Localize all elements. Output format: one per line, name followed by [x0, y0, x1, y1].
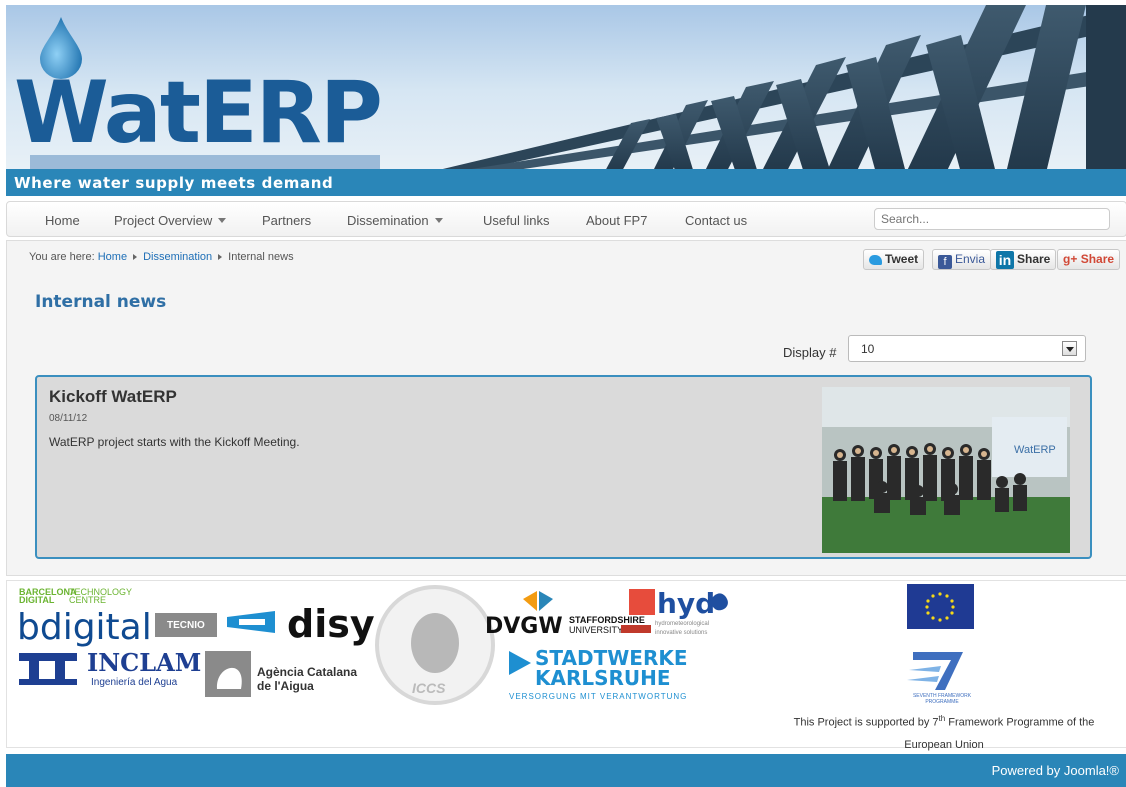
nav-item-project-overview[interactable]: Project Overview — [114, 213, 227, 228]
eu-flag-icon — [907, 584, 974, 629]
display-count-label: Display # — [783, 345, 837, 360]
nav-item-label: Dissemination — [347, 213, 429, 228]
partner-logos: BARCELONA TECHNOLOGY DIGITAL CENTRE bdig… — [17, 585, 728, 705]
partners-footer: BARCELONA TECHNOLOGY DIGITAL CENTRE bdig… — [6, 580, 1126, 751]
dvgw-flame-icon — [523, 591, 537, 611]
aca-name-line1: Agència Catalana — [257, 665, 357, 679]
centre-label: CENTRE — [69, 595, 106, 605]
main-content: You are here: Home Dissemination Internal … — [6, 240, 1126, 576]
news-article: Kickoff WatERP 08/11/12 WatERP project s… — [35, 375, 1092, 559]
header-bridge-image — [426, 5, 1126, 173]
dvgw-logo: DVGW — [485, 614, 563, 639]
article-date: 08/11/12 — [49, 413, 88, 424]
staffordshire-label: STAFFORDSHIRE — [569, 615, 645, 625]
dropdown-arrow-icon[interactable] — [1062, 341, 1077, 356]
gplus-share-button[interactable]: g+ Share — [1057, 249, 1121, 270]
powered-by-joomla-link[interactable]: Powered by Joomla!® — [992, 763, 1119, 778]
nav-item-dissemination[interactable]: Dissemination — [347, 213, 443, 228]
hydrometeorological-logo — [629, 589, 655, 615]
page: WatERP Where water supply meets demand H… — [0, 0, 1126, 787]
tweet-button[interactable]: Tweet — [863, 249, 925, 270]
article-title[interactable]: Kickoff WatERP — [49, 387, 177, 407]
slide-logo-text: WatERP — [1014, 444, 1056, 456]
google-plus-icon: g+ — [1063, 252, 1078, 266]
linkedin-share-button[interactable]: in Share — [990, 249, 1057, 270]
aca-name-line2: de l'Aigua — [257, 679, 314, 693]
tweet-label: Tweet — [885, 252, 919, 266]
fp7-caption-2: PROGRAMME — [925, 699, 959, 705]
inclam-subtitle: Ingeniería del Agua — [91, 677, 178, 688]
powered-by-bar: Powered by Joomla!® — [6, 754, 1126, 787]
breadcrumb-arrow-icon — [218, 254, 223, 260]
nav-item-contact-us[interactable]: Contact us — [685, 213, 747, 228]
breadcrumb-arrow-icon — [133, 254, 138, 260]
inclam-icon — [19, 653, 77, 661]
nav-item-partners[interactable]: Partners — [262, 213, 311, 228]
tagline-bar: Where water supply meets demand — [6, 169, 1126, 196]
chevron-down-icon — [434, 218, 443, 223]
digital-label: DIGITAL — [19, 595, 55, 605]
fp7-support-note: This Project is supported by 7th Framewo… — [779, 708, 1109, 756]
chevron-down-icon — [218, 218, 227, 223]
stadtwerke-icon — [509, 651, 531, 675]
breadcrumb-dissemination[interactable]: Dissemination — [143, 251, 212, 263]
tecnio-label: TECNIO — [167, 620, 205, 631]
gplus-label: Share — [1080, 252, 1115, 266]
fp7-note-pre: This Project is supported by 7 — [793, 716, 939, 729]
display-count-value: 10 — [861, 342, 875, 356]
hydus-label: hyd — [657, 587, 715, 620]
linkedin-icon: in — [996, 251, 1014, 269]
iccs-label: ICCS — [412, 680, 446, 696]
main-navigation: Home Project Overview Partners Dissemina… — [6, 201, 1126, 237]
search-input[interactable] — [874, 208, 1110, 230]
twitter-bird-icon — [869, 255, 882, 265]
breadcrumb-prefix: You are here: — [29, 251, 95, 263]
disy-logo: disy — [287, 602, 375, 646]
linkedin-label: Share — [1017, 252, 1051, 266]
innovative-label: innovative solutions — [655, 630, 707, 636]
facebook-icon: f — [938, 255, 952, 269]
site-logo[interactable]: WatERP — [14, 63, 383, 163]
page-title: Internal news — [35, 292, 167, 312]
bdigital-logo: bdigital — [17, 607, 152, 648]
facebook-send-button[interactable]: f Envia — [932, 249, 992, 270]
fp7-logo: SEVENTH FRAMEWORK PROGRAMME — [907, 652, 972, 705]
display-count-select[interactable]: 10 — [848, 335, 1086, 362]
breadcrumb-current: Internal news — [228, 251, 294, 263]
breadcrumb-home[interactable]: Home — [98, 251, 127, 263]
site-tagline: Where water supply meets demand — [14, 174, 334, 192]
karlsruhe-label: KARLSRUHE — [535, 666, 671, 690]
article-body: WatERP project starts with the Kickoff M… — [49, 435, 300, 449]
hydro-label: hydrometeorological — [655, 621, 709, 627]
inclam-logo: INCLAM — [87, 648, 201, 677]
nav-item-home[interactable]: Home — [45, 213, 80, 228]
nav-item-label: Project Overview — [114, 213, 213, 228]
stadtwerke-tagline: VERSORGUNG MIT VERANTWORTUNG — [509, 692, 687, 701]
site-header: WatERP Where water supply meets demand — [6, 5, 1126, 196]
nav-item-about-fp7[interactable]: About FP7 — [586, 213, 647, 228]
university-label: UNIVERSITY — [569, 625, 623, 635]
nav-item-useful-links[interactable]: Useful links — [483, 213, 549, 228]
kickoff-meeting-photo[interactable]: WatERP — [822, 387, 1070, 553]
breadcrumb: You are here: Home Dissemination Internal … — [29, 251, 294, 263]
facebook-label: Envia — [955, 252, 986, 266]
